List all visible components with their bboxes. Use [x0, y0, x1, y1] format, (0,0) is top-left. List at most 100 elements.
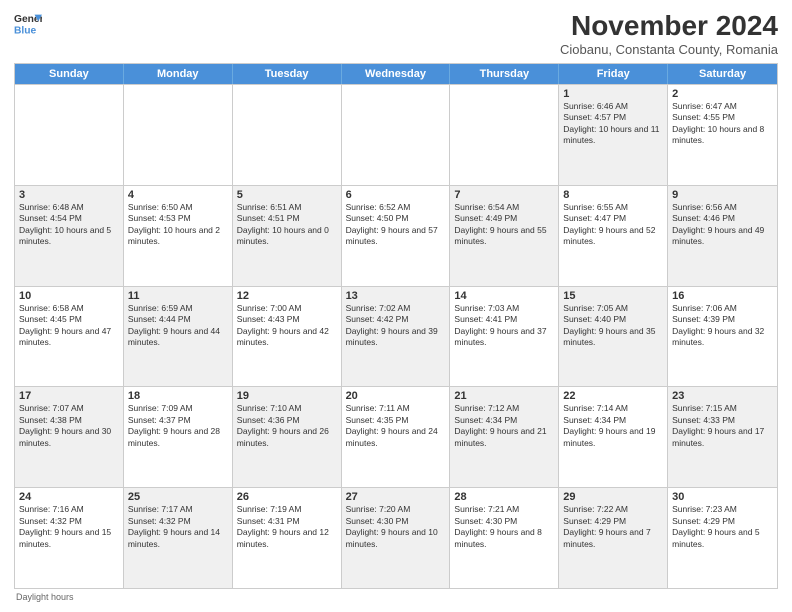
day-info: Sunrise: 6:59 AM Sunset: 4:44 PM Dayligh…	[128, 303, 228, 349]
day-number: 20	[346, 390, 446, 402]
day-info: Sunrise: 7:16 AM Sunset: 4:32 PM Dayligh…	[19, 504, 119, 550]
calendar-cell: 30Sunrise: 7:23 AM Sunset: 4:29 PM Dayli…	[668, 488, 777, 588]
calendar-cell	[342, 85, 451, 185]
calendar-cell: 28Sunrise: 7:21 AM Sunset: 4:30 PM Dayli…	[450, 488, 559, 588]
calendar-cell: 23Sunrise: 7:15 AM Sunset: 4:33 PM Dayli…	[668, 387, 777, 487]
svg-text:Blue: Blue	[14, 25, 37, 36]
header: General Blue November 2024 Ciobanu, Cons…	[14, 10, 778, 57]
day-number: 8	[563, 189, 663, 201]
day-info: Sunrise: 7:07 AM Sunset: 4:38 PM Dayligh…	[19, 403, 119, 449]
day-info: Sunrise: 6:51 AM Sunset: 4:51 PM Dayligh…	[237, 202, 337, 248]
day-info: Sunrise: 6:47 AM Sunset: 4:55 PM Dayligh…	[672, 101, 773, 147]
calendar-cell: 18Sunrise: 7:09 AM Sunset: 4:37 PM Dayli…	[124, 387, 233, 487]
day-info: Sunrise: 6:50 AM Sunset: 4:53 PM Dayligh…	[128, 202, 228, 248]
logo: General Blue	[14, 10, 42, 38]
day-number: 12	[237, 290, 337, 302]
calendar-cell: 8Sunrise: 6:55 AM Sunset: 4:47 PM Daylig…	[559, 186, 668, 286]
day-number: 30	[672, 491, 773, 503]
day-number: 26	[237, 491, 337, 503]
day-info: Sunrise: 6:54 AM Sunset: 4:49 PM Dayligh…	[454, 202, 554, 248]
day-number: 14	[454, 290, 554, 302]
day-of-week-wednesday: Wednesday	[342, 64, 451, 84]
calendar-cell: 15Sunrise: 7:05 AM Sunset: 4:40 PM Dayli…	[559, 287, 668, 387]
calendar-cell: 17Sunrise: 7:07 AM Sunset: 4:38 PM Dayli…	[15, 387, 124, 487]
day-info: Sunrise: 7:20 AM Sunset: 4:30 PM Dayligh…	[346, 504, 446, 550]
calendar-cell	[450, 85, 559, 185]
day-number: 7	[454, 189, 554, 201]
day-info: Sunrise: 7:23 AM Sunset: 4:29 PM Dayligh…	[672, 504, 773, 550]
day-number: 16	[672, 290, 773, 302]
calendar-cell	[15, 85, 124, 185]
day-number: 23	[672, 390, 773, 402]
calendar-header: SundayMondayTuesdayWednesdayThursdayFrid…	[15, 64, 777, 84]
day-info: Sunrise: 7:12 AM Sunset: 4:34 PM Dayligh…	[454, 403, 554, 449]
calendar-cell: 11Sunrise: 6:59 AM Sunset: 4:44 PM Dayli…	[124, 287, 233, 387]
calendar-cell: 27Sunrise: 7:20 AM Sunset: 4:30 PM Dayli…	[342, 488, 451, 588]
calendar-cell: 19Sunrise: 7:10 AM Sunset: 4:36 PM Dayli…	[233, 387, 342, 487]
day-info: Sunrise: 6:56 AM Sunset: 4:46 PM Dayligh…	[672, 202, 773, 248]
day-number: 27	[346, 491, 446, 503]
day-info: Sunrise: 6:46 AM Sunset: 4:57 PM Dayligh…	[563, 101, 663, 147]
day-info: Sunrise: 7:09 AM Sunset: 4:37 PM Dayligh…	[128, 403, 228, 449]
calendar-cell: 7Sunrise: 6:54 AM Sunset: 4:49 PM Daylig…	[450, 186, 559, 286]
calendar: SundayMondayTuesdayWednesdayThursdayFrid…	[14, 63, 778, 589]
calendar-body: 1Sunrise: 6:46 AM Sunset: 4:57 PM Daylig…	[15, 84, 777, 588]
location: Ciobanu, Constanta County, Romania	[560, 42, 778, 57]
calendar-cell: 12Sunrise: 7:00 AM Sunset: 4:43 PM Dayli…	[233, 287, 342, 387]
day-number: 4	[128, 189, 228, 201]
day-number: 11	[128, 290, 228, 302]
day-number: 18	[128, 390, 228, 402]
day-number: 5	[237, 189, 337, 201]
day-info: Sunrise: 7:15 AM Sunset: 4:33 PM Dayligh…	[672, 403, 773, 449]
day-info: Sunrise: 7:03 AM Sunset: 4:41 PM Dayligh…	[454, 303, 554, 349]
day-number: 10	[19, 290, 119, 302]
day-info: Sunrise: 7:05 AM Sunset: 4:40 PM Dayligh…	[563, 303, 663, 349]
calendar-cell	[124, 85, 233, 185]
day-number: 17	[19, 390, 119, 402]
day-number: 28	[454, 491, 554, 503]
day-number: 22	[563, 390, 663, 402]
day-of-week-sunday: Sunday	[15, 64, 124, 84]
calendar-cell: 13Sunrise: 7:02 AM Sunset: 4:42 PM Dayli…	[342, 287, 451, 387]
day-number: 25	[128, 491, 228, 503]
calendar-cell: 9Sunrise: 6:56 AM Sunset: 4:46 PM Daylig…	[668, 186, 777, 286]
week-row-2: 3Sunrise: 6:48 AM Sunset: 4:54 PM Daylig…	[15, 185, 777, 286]
calendar-cell: 2Sunrise: 6:47 AM Sunset: 4:55 PM Daylig…	[668, 85, 777, 185]
day-of-week-friday: Friday	[559, 64, 668, 84]
calendar-cell: 20Sunrise: 7:11 AM Sunset: 4:35 PM Dayli…	[342, 387, 451, 487]
day-info: Sunrise: 6:55 AM Sunset: 4:47 PM Dayligh…	[563, 202, 663, 248]
calendar-cell: 24Sunrise: 7:16 AM Sunset: 4:32 PM Dayli…	[15, 488, 124, 588]
day-number: 6	[346, 189, 446, 201]
calendar-cell: 5Sunrise: 6:51 AM Sunset: 4:51 PM Daylig…	[233, 186, 342, 286]
calendar-cell: 21Sunrise: 7:12 AM Sunset: 4:34 PM Dayli…	[450, 387, 559, 487]
day-number: 15	[563, 290, 663, 302]
day-number: 19	[237, 390, 337, 402]
calendar-cell: 4Sunrise: 6:50 AM Sunset: 4:53 PM Daylig…	[124, 186, 233, 286]
day-number: 9	[672, 189, 773, 201]
logo-icon: General Blue	[14, 10, 42, 38]
day-of-week-tuesday: Tuesday	[233, 64, 342, 84]
day-info: Sunrise: 7:14 AM Sunset: 4:34 PM Dayligh…	[563, 403, 663, 449]
day-info: Sunrise: 7:06 AM Sunset: 4:39 PM Dayligh…	[672, 303, 773, 349]
week-row-5: 24Sunrise: 7:16 AM Sunset: 4:32 PM Dayli…	[15, 487, 777, 588]
day-number: 13	[346, 290, 446, 302]
day-info: Sunrise: 6:58 AM Sunset: 4:45 PM Dayligh…	[19, 303, 119, 349]
calendar-cell: 29Sunrise: 7:22 AM Sunset: 4:29 PM Dayli…	[559, 488, 668, 588]
day-number: 29	[563, 491, 663, 503]
calendar-cell: 10Sunrise: 6:58 AM Sunset: 4:45 PM Dayli…	[15, 287, 124, 387]
day-number: 21	[454, 390, 554, 402]
day-info: Sunrise: 7:21 AM Sunset: 4:30 PM Dayligh…	[454, 504, 554, 550]
day-info: Sunrise: 7:22 AM Sunset: 4:29 PM Dayligh…	[563, 504, 663, 550]
day-info: Sunrise: 7:00 AM Sunset: 4:43 PM Dayligh…	[237, 303, 337, 349]
day-number: 3	[19, 189, 119, 201]
calendar-cell: 16Sunrise: 7:06 AM Sunset: 4:39 PM Dayli…	[668, 287, 777, 387]
day-of-week-saturday: Saturday	[668, 64, 777, 84]
calendar-cell: 25Sunrise: 7:17 AM Sunset: 4:32 PM Dayli…	[124, 488, 233, 588]
week-row-3: 10Sunrise: 6:58 AM Sunset: 4:45 PM Dayli…	[15, 286, 777, 387]
day-info: Sunrise: 6:52 AM Sunset: 4:50 PM Dayligh…	[346, 202, 446, 248]
day-info: Sunrise: 7:17 AM Sunset: 4:32 PM Dayligh…	[128, 504, 228, 550]
calendar-cell: 26Sunrise: 7:19 AM Sunset: 4:31 PM Dayli…	[233, 488, 342, 588]
footer-note: Daylight hours	[14, 589, 778, 602]
day-number: 2	[672, 88, 773, 100]
day-info: Sunrise: 7:10 AM Sunset: 4:36 PM Dayligh…	[237, 403, 337, 449]
